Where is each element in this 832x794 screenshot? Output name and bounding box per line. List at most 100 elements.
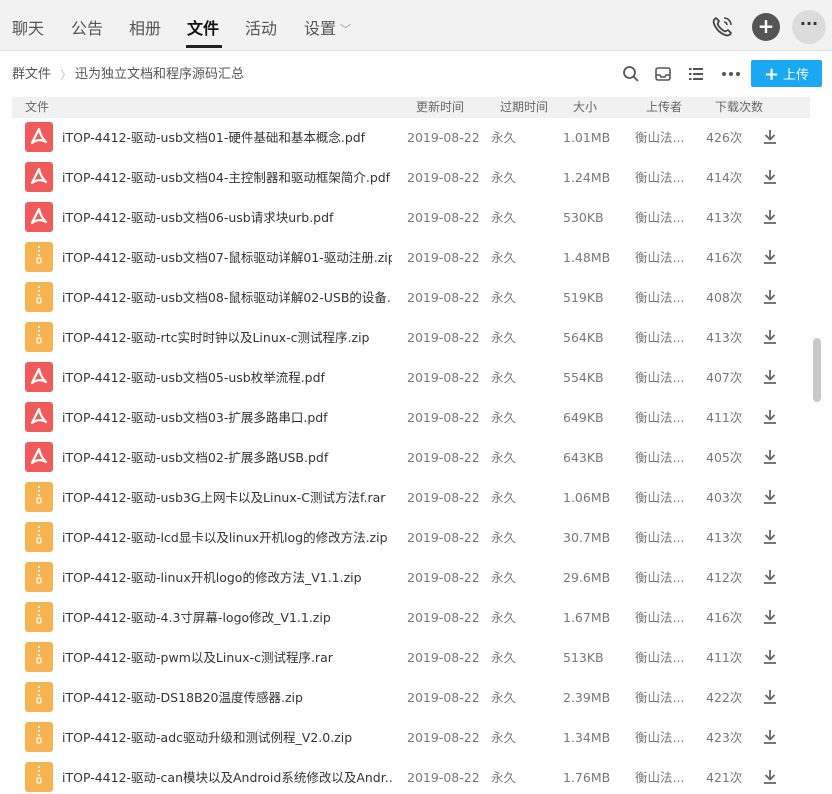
column-header-expiry[interactable]: 过期时间 [500, 100, 548, 115]
file-size: 1.67MB [563, 610, 611, 625]
file-row[interactable]: iTOP-4412-驱动-rtc实时时钟以及Linux-c测试程序.zip 201… [0, 318, 810, 358]
file-name[interactable]: iTOP-4412-驱动-usb文档01-硬件基础和基本概念.pdf [62, 130, 392, 146]
file-name[interactable]: iTOP-4412-驱动-pwm以及Linux-c测试程序.rar [62, 650, 392, 666]
breadcrumb-root[interactable]: 群文件 [12, 67, 51, 83]
file-row[interactable]: iTOP-4412-驱动-pwm以及Linux-c测试程序.rar 2019-08… [0, 638, 810, 678]
file-name[interactable]: iTOP-4412-驱动-usb文档08-鼠标驱动详解02-USB的设备... [62, 290, 392, 306]
file-name[interactable]: iTOP-4412-驱动-DS18B20温度传感器.zip [62, 690, 392, 706]
file-uploader[interactable]: 衡山法... [635, 330, 684, 346]
download-icon[interactable] [762, 448, 778, 466]
file-uploader[interactable]: 衡山法... [635, 210, 684, 226]
inbox-icon[interactable] [654, 65, 672, 83]
download-icon[interactable] [762, 408, 778, 426]
download-icon[interactable] [762, 528, 778, 546]
file-uploader[interactable]: 衡山法... [635, 290, 684, 306]
download-icon[interactable] [762, 168, 778, 186]
upload-button[interactable]: + 上传 [751, 60, 822, 87]
tab-settings-label: 设置 [304, 19, 337, 38]
file-name[interactable]: iTOP-4412-驱动-usb文档03-扩展多路串口.pdf [62, 410, 392, 426]
file-download-count: 422次 [706, 690, 743, 705]
file-row[interactable]: iTOP-4412-驱动-usb文档08-鼠标驱动详解02-USB的设备... 2… [0, 278, 810, 318]
tab-announcement[interactable]: 公告 [71, 18, 103, 40]
scrollbar-thumb[interactable] [813, 338, 821, 402]
file-row[interactable]: iTOP-4412-驱动-DS18B20温度传感器.zip 2019-08-22 永… [0, 678, 810, 718]
file-row[interactable]: iTOP-4412-驱动-linux开机logo的修改方法_V1.1.zip 20… [0, 558, 810, 598]
file-name[interactable]: iTOP-4412-驱动-rtc实时时钟以及Linux-c测试程序.zip [62, 330, 392, 346]
file-name[interactable]: iTOP-4412-驱动-usb文档07-鼠标驱动详解01-驱动注册.zip [62, 250, 392, 266]
tab-chat[interactable]: 聊天 [12, 18, 44, 40]
download-icon[interactable] [762, 688, 778, 706]
add-circle-icon[interactable]: + [752, 13, 780, 41]
file-uploader[interactable]: 衡山法... [635, 770, 684, 786]
file-uploader[interactable]: 衡山法... [635, 250, 684, 266]
file-row[interactable]: iTOP-4412-驱动-usb文档02-扩展多路USB.pdf 2019-08-… [0, 438, 810, 478]
search-icon[interactable] [622, 65, 640, 83]
breadcrumb-current: 迅为独立文档和程序源码汇总 [75, 67, 245, 82]
file-uploader[interactable]: 衡山法... [635, 170, 684, 186]
file-name[interactable]: iTOP-4412-驱动-usb文档06-usb请求块urb.pdf [62, 210, 392, 226]
file-row[interactable]: iTOP-4412-驱动-usb文档03-扩展多路串口.pdf 2019-08-2… [0, 398, 810, 438]
download-icon[interactable] [762, 488, 778, 506]
column-header-size[interactable]: 大小 [573, 100, 597, 115]
file-uploader[interactable]: 衡山法... [635, 730, 684, 746]
file-name[interactable]: iTOP-4412-驱动-linux开机logo的修改方法_V1.1.zip [62, 570, 392, 586]
file-updated-date: 2019-08-22 [407, 770, 480, 785]
download-icon[interactable] [762, 208, 778, 226]
file-row[interactable]: iTOP-4412-驱动-4.3寸屏幕-logo修改_V1.1.zip 2019-… [0, 598, 810, 638]
tab-activity[interactable]: 活动 [245, 18, 277, 40]
file-updated-date: 2019-08-22 [407, 370, 480, 385]
top-nav: 聊天 公告 相册 文件 活动 设置 ﹀ + ··· [0, 0, 832, 51]
list-view-icon[interactable] [687, 65, 705, 83]
download-icon[interactable] [762, 248, 778, 266]
file-row[interactable]: iTOP-4412-驱动-usb文档06-usb请求块urb.pdf 2019-0… [0, 198, 810, 238]
file-uploader[interactable]: 衡山法... [635, 410, 684, 426]
file-uploader[interactable]: 衡山法... [635, 370, 684, 386]
file-name[interactable]: iTOP-4412-驱动-4.3寸屏幕-logo修改_V1.1.zip [62, 610, 392, 626]
file-size: 519KB [563, 290, 604, 305]
file-row[interactable]: iTOP-4412-驱动-usb文档01-硬件基础和基本概念.pdf 2019-0… [0, 118, 810, 158]
download-icon[interactable] [762, 768, 778, 786]
file-uploader[interactable]: 衡山法... [635, 490, 684, 506]
file-download-count: 405次 [706, 450, 743, 465]
tab-settings[interactable]: 设置 ﹀ [304, 18, 351, 42]
tab-album[interactable]: 相册 [129, 18, 161, 40]
archive-file-icon [25, 242, 53, 272]
file-uploader[interactable]: 衡山法... [635, 690, 684, 706]
column-header-downloads[interactable]: 下载次数 [715, 100, 763, 115]
more-options-icon[interactable] [721, 65, 740, 83]
more-menu-icon[interactable]: ··· [792, 10, 826, 44]
file-name[interactable]: iTOP-4412-驱动-can模块以及Android系统修改以及Andr... [62, 770, 392, 786]
file-uploader[interactable]: 衡山法... [635, 450, 684, 466]
file-name[interactable]: iTOP-4412-驱动-usb文档04-主控制器和驱动框架简介.pdf [62, 170, 392, 186]
file-uploader[interactable]: 衡山法... [635, 650, 684, 666]
file-name[interactable]: iTOP-4412-驱动-lcd显卡以及linux开机log的修改方法.zip [62, 530, 392, 546]
file-row[interactable]: iTOP-4412-驱动-usb文档04-主控制器和驱动框架简介.pdf 2019… [0, 158, 810, 198]
download-icon[interactable] [762, 288, 778, 306]
file-uploader[interactable]: 衡山法... [635, 570, 684, 586]
download-icon[interactable] [762, 608, 778, 626]
file-name[interactable]: iTOP-4412-驱动-usb文档05-usb枚举流程.pdf [62, 370, 392, 386]
column-header-updated[interactable]: 更新时间 [416, 100, 464, 115]
download-icon[interactable] [762, 728, 778, 746]
file-uploader[interactable]: 衡山法... [635, 610, 684, 626]
file-row[interactable]: iTOP-4412-驱动-usb文档05-usb枚举流程.pdf 2019-08-… [0, 358, 810, 398]
download-icon[interactable] [762, 648, 778, 666]
file-row[interactable]: iTOP-4412-驱动-can模块以及Android系统修改以及Andr...… [0, 758, 810, 794]
file-name[interactable]: iTOP-4412-驱动-usb文档02-扩展多路USB.pdf [62, 450, 392, 466]
file-uploader[interactable]: 衡山法... [635, 130, 684, 146]
file-row[interactable]: iTOP-4412-驱动-usb文档07-鼠标驱动详解01-驱动注册.zip 20… [0, 238, 810, 278]
tab-files[interactable]: 文件 [187, 18, 219, 40]
file-uploader[interactable]: 衡山法... [635, 530, 684, 546]
download-icon[interactable] [762, 328, 778, 346]
file-name[interactable]: iTOP-4412-驱动-adc驱动升级和测试例程_V2.0.zip [62, 730, 392, 746]
file-row[interactable]: iTOP-4412-驱动-usb3G上网卡以及Linux-C测试方法f.rar 2… [0, 478, 810, 518]
file-name[interactable]: iTOP-4412-驱动-usb3G上网卡以及Linux-C测试方法f.rar [62, 490, 392, 506]
phone-call-icon[interactable] [708, 13, 736, 41]
file-row[interactable]: iTOP-4412-驱动-lcd显卡以及linux开机log的修改方法.zip 2… [0, 518, 810, 558]
download-icon[interactable] [762, 368, 778, 386]
column-header-uploader[interactable]: 上传者 [646, 100, 682, 115]
file-row[interactable]: iTOP-4412-驱动-adc驱动升级和测试例程_V2.0.zip 2019-0… [0, 718, 810, 758]
column-header-name[interactable]: 文件 [25, 100, 49, 115]
download-icon[interactable] [762, 568, 778, 586]
download-icon[interactable] [762, 128, 778, 146]
